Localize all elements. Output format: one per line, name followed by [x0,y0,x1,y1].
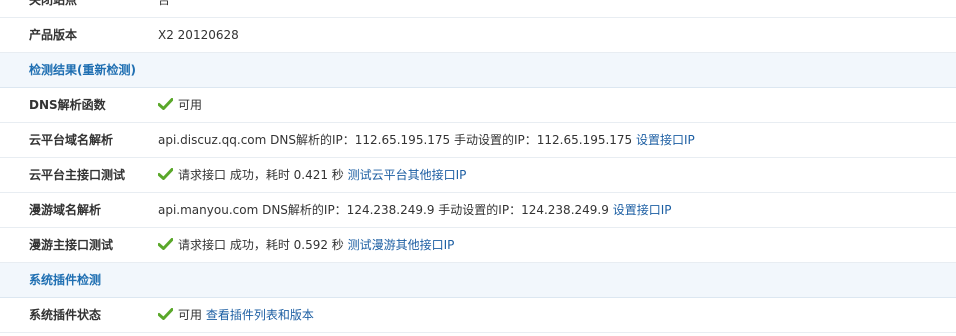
cloud-api-status: 请求接口 成功，耗时 0.421 秒 [178,168,344,182]
cloud-domain-value: api.discuz.qq.com DNS解析的IP：112.65.195.17… [158,123,695,158]
cloud-set-ip-link[interactable]: 设置接口IP [636,133,695,147]
row-cloud-domain: 云平台域名解析 api.discuz.qq.com DNS解析的IP：112.6… [0,123,956,158]
check-icon [158,168,173,180]
manyou-api-status: 请求接口 成功，耗时 0.592 秒 [178,238,344,252]
manyou-api-value: 请求接口 成功，耗时 0.592 秒 测试漫游其他接口IP [158,228,454,263]
check-results-title-text: 检测结果 [29,63,78,77]
recheck-link[interactable]: (重新检测) [77,63,136,77]
cloud-test-other-link[interactable]: 测试云平台其他接口IP [348,168,467,182]
cloud-api-label: 云平台主接口测试 [29,168,126,182]
manyou-set-ip-link[interactable]: 设置接口IP [613,203,672,217]
product-version-value: X2 20120628 [158,28,239,42]
check-icon [158,308,173,320]
manyou-domain-text: api.manyou.com DNS解析的IP：124.238.249.9 手动… [158,203,609,217]
env-check-table: 关闭站点 否 产品版本 X2 20120628 检测结果(重新检测) DNS解析… [0,0,956,333]
close-site-value: 否 [158,0,171,7]
row-product-version: 产品版本 X2 20120628 [0,18,956,53]
row-manyou-domain: 漫游域名解析 api.manyou.com DNS解析的IP：124.238.2… [0,193,956,228]
cloud-domain-text: api.discuz.qq.com DNS解析的IP：112.65.195.17… [158,133,633,147]
dns-function-value: 可用 [158,88,202,123]
plugin-check-title: 系统插件检测 [29,273,102,287]
dns-function-label: DNS解析函数 [29,98,106,112]
view-plugin-list-link[interactable]: 查看插件列表和版本 [206,308,314,322]
row-manyou-api: 漫游主接口测试 请求接口 成功，耗时 0.592 秒 测试漫游其他接口IP [0,228,956,263]
dns-function-status: 可用 [178,98,203,112]
check-results-title: 检测结果(重新检测) [29,53,136,88]
plugin-check-header: 系统插件检测 [0,263,956,298]
row-plugin-status: 系统插件状态 可用 查看插件列表和版本 [0,298,956,333]
cloud-domain-label: 云平台域名解析 [29,133,114,147]
row-close-site: 关闭站点 否 [0,0,956,18]
manyou-api-label: 漫游主接口测试 [29,238,114,252]
manyou-domain-value: api.manyou.com DNS解析的IP：124.238.249.9 手动… [158,193,671,228]
plugin-status-label: 系统插件状态 [29,308,102,322]
product-version-label: 产品版本 [29,28,78,42]
row-cloud-api: 云平台主接口测试 请求接口 成功，耗时 0.421 秒 测试云平台其他接口IP [0,158,956,193]
cloud-api-value: 请求接口 成功，耗时 0.421 秒 测试云平台其他接口IP [158,158,466,193]
plugin-status-text: 可用 [178,308,203,322]
manyou-test-other-link[interactable]: 测试漫游其他接口IP [348,238,455,252]
check-results-header: 检测结果(重新检测) [0,53,956,88]
close-site-label: 关闭站点 [29,0,78,7]
check-icon [158,238,173,250]
plugin-status-value: 可用 查看插件列表和版本 [158,298,314,333]
row-dns-function: DNS解析函数 可用 [0,88,956,123]
manyou-domain-label: 漫游域名解析 [29,203,102,217]
check-icon [158,98,173,110]
